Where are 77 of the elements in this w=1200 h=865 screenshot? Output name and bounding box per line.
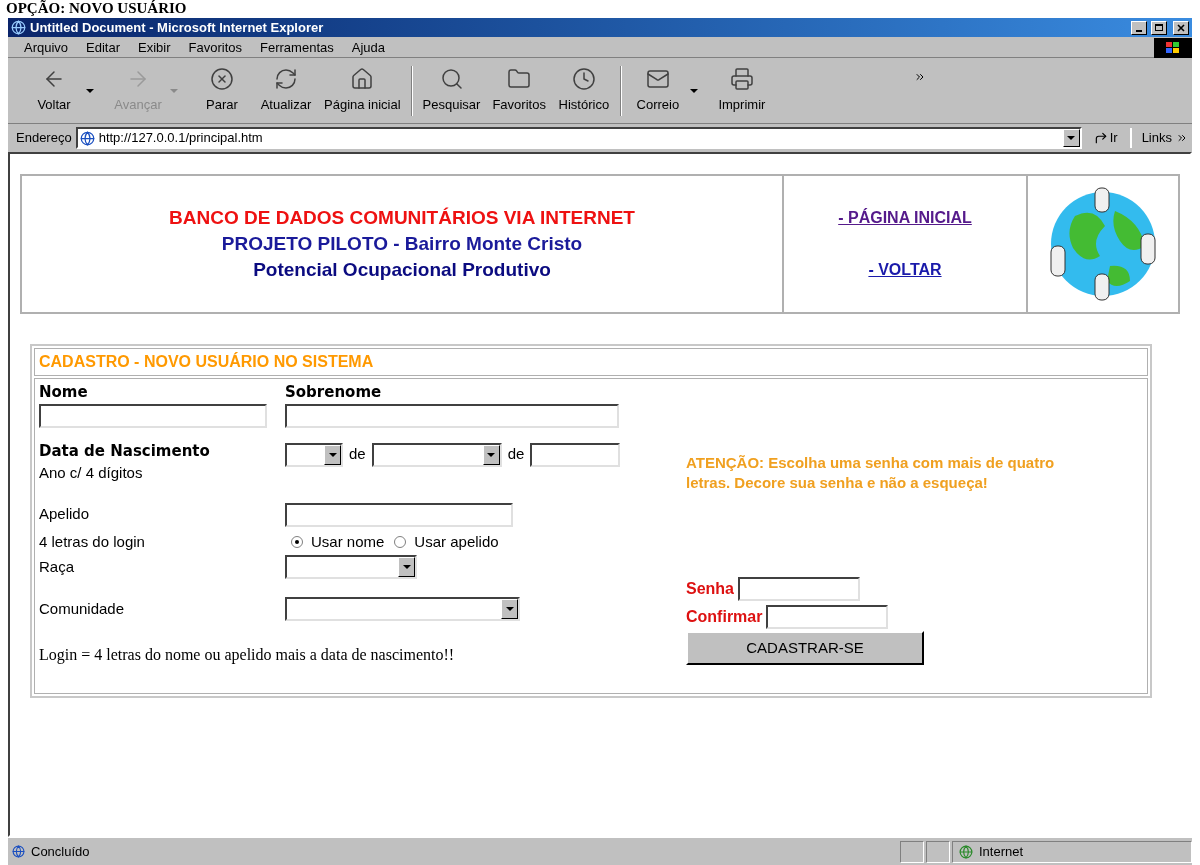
page-icon: [79, 130, 95, 146]
status-pane: [926, 840, 950, 863]
menu-item[interactable]: Editar: [86, 37, 121, 58]
input-field[interactable]: [39, 403, 267, 428]
zone-text: Internet: [979, 842, 1024, 861]
close-button[interactable]: [1173, 20, 1189, 35]
windows-logo-icon: [1154, 37, 1192, 58]
toolbar-button[interactable]: Atualizar: [254, 66, 318, 115]
input-field[interactable]: [530, 442, 621, 467]
select-field[interactable]: [285, 597, 520, 621]
menu-item[interactable]: Ferramentas: [260, 37, 334, 58]
login-note: Login = 4 letras do nome ou apelido mais a data de nascimento!!: [39, 645, 456, 666]
connector-text: de: [349, 444, 366, 465]
field-label: Apelido: [39, 504, 91, 525]
field-label: 4 letras do login: [39, 531, 146, 552]
refresh-icon: [274, 66, 298, 91]
menu-item[interactable]: Arquivo: [24, 37, 69, 58]
chevron-icon[interactable]: [1176, 132, 1188, 144]
field-label: Comunidade: [39, 598, 126, 619]
field-label: Senha: [686, 579, 734, 599]
window-title: Untitled Document - Microsoft Internet Explorer: [30, 18, 325, 37]
page-icon: [12, 845, 25, 858]
menu-item[interactable]: Exibir: [138, 37, 171, 58]
input-field[interactable]: [285, 403, 619, 428]
close-icon: [1177, 23, 1185, 32]
form-title: CADASTRO - NOVO USUÁRIO NO SISTEMA: [39, 351, 374, 372]
input-field[interactable]: [285, 502, 513, 527]
input-field[interactable]: [738, 577, 860, 601]
input-field[interactable]: [766, 605, 889, 629]
field-hint: Ano c/ 4 dígitos: [39, 463, 144, 483]
go-button[interactable]: Ir: [1085, 128, 1126, 148]
radio-option[interactable]: Usar apelido: [394, 530, 499, 553]
globe-icon: [959, 844, 973, 859]
browser-icon: [11, 20, 26, 35]
stop-icon: [210, 66, 234, 91]
toolbar-button[interactable]: Histórico: [551, 66, 616, 115]
field-label: Nome: [39, 382, 89, 403]
search-icon: [439, 66, 464, 91]
nav-link[interactable]: - PÁGINA INICIAL: [838, 206, 972, 230]
toolbar-button[interactable]: Favoritos: [486, 66, 552, 115]
banner-subtitle: PROJETO PILOTO - Bairro Monte Cristo: [221, 232, 583, 256]
banner-tagline: Potencial Ocupacional Produtivo: [253, 258, 551, 282]
warning-text: ATENÇÃO: Escolha uma senha com mais de quatro letras. Decore sua senha e não a esqueça!: [686, 453, 1056, 493]
minimize-button[interactable]: [1131, 20, 1147, 35]
field-label: Sobrenome: [285, 382, 383, 403]
toolbar-button[interactable]: Correio: [625, 66, 690, 115]
radio-option[interactable]: Usar nome: [291, 530, 385, 553]
status-pane: [900, 840, 924, 863]
restore-button[interactable]: [1151, 20, 1167, 35]
connector-text: de: [507, 444, 525, 465]
toolbar-button[interactable]: Imprimir: [709, 66, 774, 115]
toolbar-button[interactable]: Página inicial: [318, 66, 407, 115]
toolbar-button[interactable]: Voltar: [22, 66, 86, 115]
field-label: Confirmar: [686, 607, 763, 627]
address-value: http://127.0.0.1/principal.htm: [98, 129, 264, 148]
field-label: Data de Nascimento: [39, 440, 211, 462]
status-text: Concluído: [31, 842, 90, 861]
select-field[interactable]: [371, 442, 502, 467]
select-field[interactable]: [285, 555, 417, 579]
toolbar-button[interactable]: Parar: [190, 66, 254, 115]
clock-icon: [571, 66, 596, 91]
printer-icon: [729, 66, 754, 91]
menu-item[interactable]: Favoritos: [188, 37, 243, 58]
nav-link[interactable]: - VOLTAR: [868, 258, 942, 282]
submit-button[interactable]: CADASTRAR-SE: [686, 631, 924, 665]
banner-title: BANCO DE DADOS COMUNITÁRIOS VIA INTERNET: [169, 206, 635, 230]
select-field[interactable]: [285, 442, 343, 467]
folder-icon: [507, 66, 532, 91]
field-label: Raça: [39, 556, 76, 577]
links-button[interactable]: Links: [1129, 128, 1172, 148]
menu-item[interactable]: Ajuda: [351, 37, 385, 58]
toolbar-button[interactable]: Pesquisar: [416, 66, 487, 115]
page-heading: OPÇÃO: NOVO USUÁRIO: [5, 0, 188, 18]
go-arrow-icon: [1093, 131, 1108, 145]
address-label: Endereço: [16, 129, 72, 148]
address-field[interactable]: http://127.0.0.1/principal.htm: [75, 127, 1082, 149]
home-icon: [350, 66, 375, 91]
